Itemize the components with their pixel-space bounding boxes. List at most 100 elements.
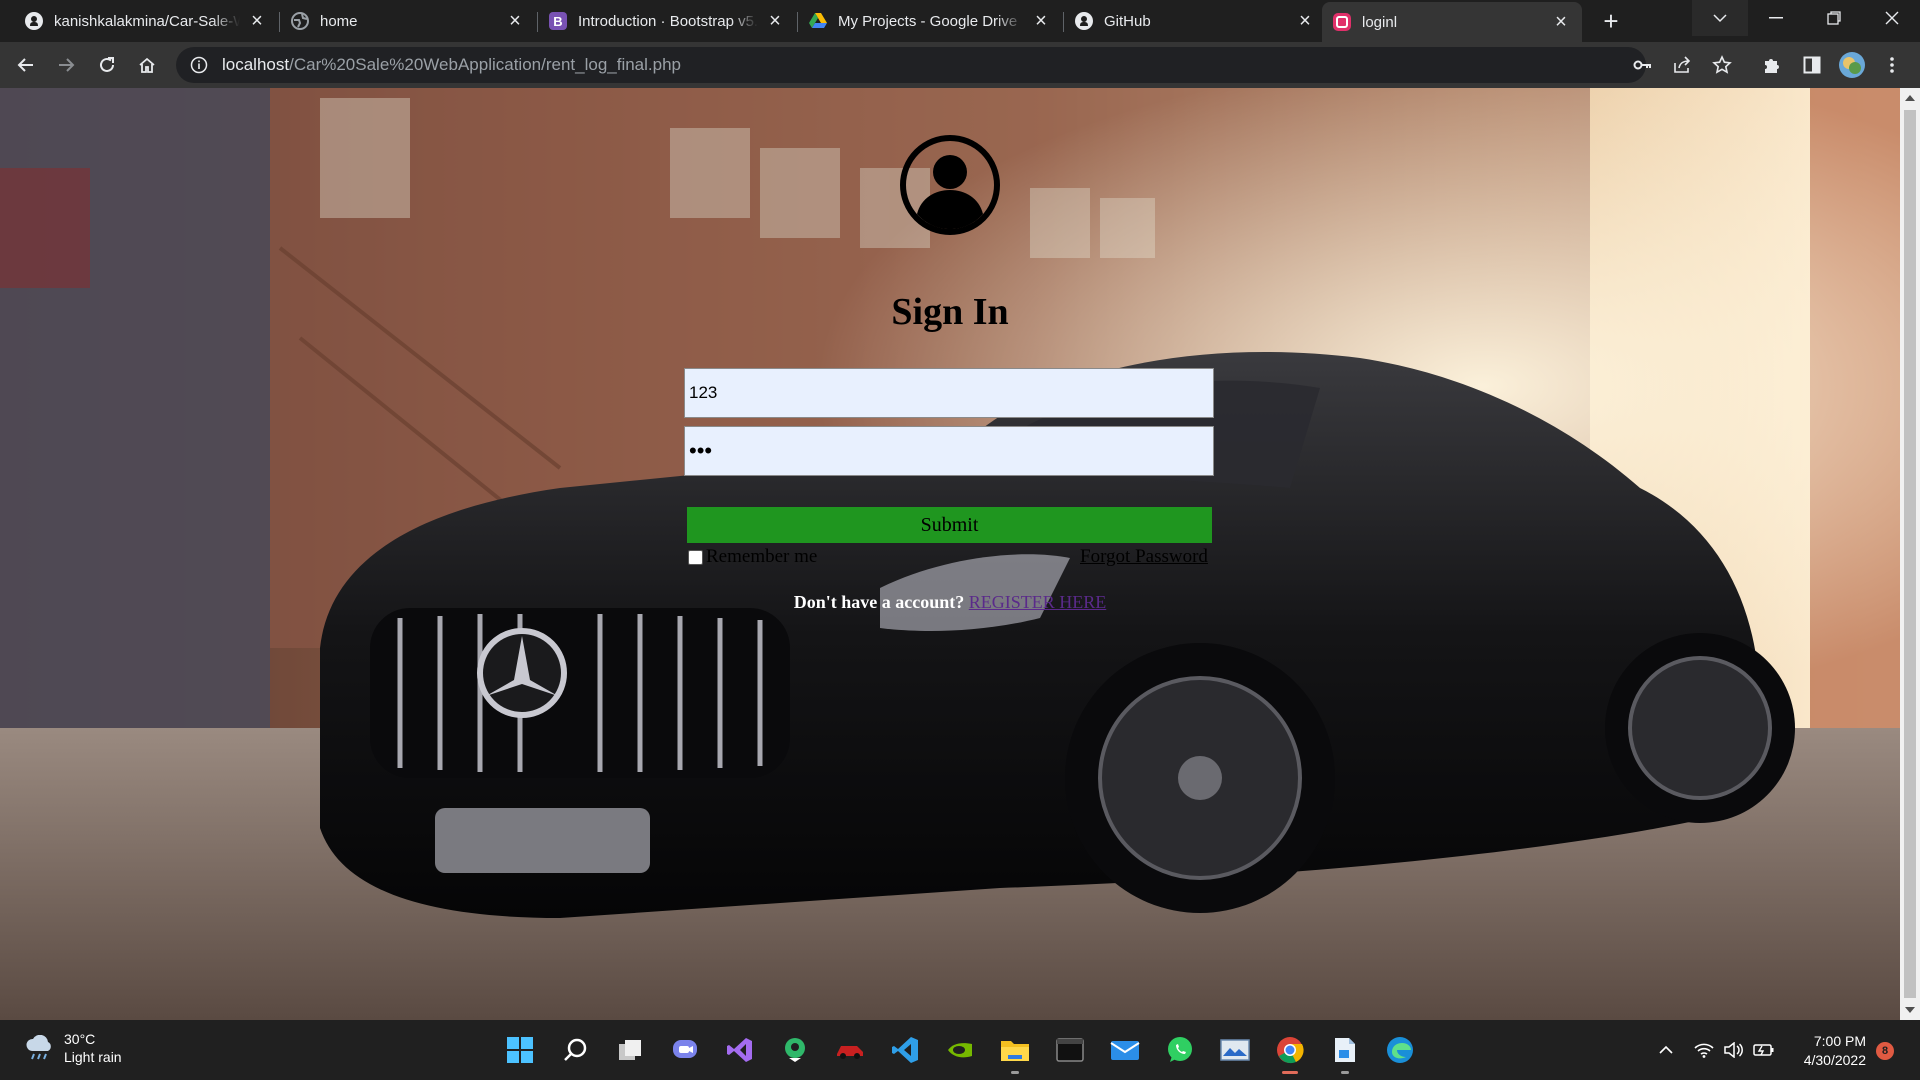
menu-button[interactable] bbox=[1876, 49, 1908, 81]
tab-github-car-sale[interactable]: kanishkalakmina/Car-Sale-W × bbox=[14, 4, 278, 38]
key-icon bbox=[1633, 60, 1651, 70]
more-vert-icon bbox=[1890, 57, 1894, 73]
whatsapp-icon[interactable] bbox=[1164, 1034, 1196, 1066]
visual-studio-icon[interactable] bbox=[724, 1034, 756, 1066]
tab-title: loginl bbox=[1362, 13, 1398, 31]
reload-icon bbox=[100, 57, 114, 72]
edge-icon[interactable] bbox=[1384, 1034, 1416, 1066]
home-button[interactable] bbox=[131, 49, 163, 81]
reload-button[interactable] bbox=[91, 49, 123, 81]
restore-button[interactable] bbox=[1806, 0, 1862, 36]
login-form: Sign In 123 ••• Submit Remember me Forgo… bbox=[0, 88, 1900, 1020]
battery-icon[interactable] bbox=[1752, 1034, 1776, 1066]
weather-widget[interactable]: 30°C Light rain bbox=[24, 1030, 122, 1066]
chevron-up-icon[interactable] bbox=[1654, 1034, 1678, 1066]
arrow-left-icon bbox=[17, 58, 33, 72]
arrow-right-icon bbox=[59, 58, 75, 72]
tab-title: home bbox=[320, 12, 358, 30]
tab-home[interactable]: home × bbox=[280, 4, 536, 38]
submit-button[interactable]: Submit bbox=[687, 507, 1212, 543]
tab-title: My Projects - Google Drive bbox=[838, 12, 1018, 30]
puzzle-icon bbox=[1765, 59, 1779, 73]
profile-avatar[interactable] bbox=[1836, 49, 1868, 81]
vscode-icon[interactable] bbox=[889, 1034, 921, 1066]
globe-icon bbox=[290, 11, 310, 31]
map-app-icon[interactable] bbox=[779, 1034, 811, 1066]
teams-chat-icon[interactable] bbox=[669, 1034, 701, 1066]
share-button[interactable] bbox=[1666, 49, 1698, 81]
register-link[interactable]: REGISTER HERE bbox=[969, 592, 1107, 612]
search-icon[interactable] bbox=[559, 1034, 591, 1066]
browser-tab-strip: kanishkalakmina/Car-Sale-W × home × B In… bbox=[0, 0, 1920, 42]
mail-icon[interactable] bbox=[1109, 1034, 1141, 1066]
password-input[interactable]: ••• bbox=[684, 426, 1214, 476]
bookmark-button[interactable] bbox=[1706, 49, 1738, 81]
minimize-button[interactable] bbox=[1748, 0, 1804, 36]
file-explorer-icon[interactable] bbox=[999, 1034, 1031, 1074]
scrollbar-thumb[interactable] bbox=[1904, 110, 1916, 998]
photos-icon[interactable] bbox=[1219, 1034, 1251, 1066]
username-input[interactable]: 123 bbox=[684, 368, 1214, 418]
tab-title: kanishkalakmina/Car-Sale-W bbox=[54, 12, 240, 30]
forgot-password-link[interactable]: Forgot Password bbox=[1080, 546, 1208, 568]
extensions-button[interactable] bbox=[1756, 49, 1788, 81]
share-icon bbox=[1674, 56, 1691, 73]
notepad-icon[interactable] bbox=[1329, 1034, 1361, 1074]
star-icon bbox=[1712, 55, 1732, 74]
scroll-up-icon bbox=[1905, 95, 1915, 101]
svg-text:B: B bbox=[553, 14, 562, 29]
nvidia-icon[interactable] bbox=[944, 1034, 976, 1066]
cloud-rain-icon bbox=[26, 1035, 51, 1060]
close-icon[interactable]: × bbox=[504, 10, 526, 32]
close-icon[interactable]: × bbox=[1294, 10, 1316, 32]
new-tab-button[interactable]: + bbox=[1598, 8, 1624, 34]
page-icon bbox=[1332, 12, 1352, 32]
remember-me-checkbox[interactable] bbox=[688, 549, 703, 565]
weather-temp: 30°C bbox=[64, 1031, 96, 1047]
address-bar[interactable]: localhost/Car%20Sale%20WebApplication/re… bbox=[176, 47, 1646, 83]
close-icon bbox=[1885, 11, 1899, 25]
page-scrollbar[interactable] bbox=[1900, 88, 1920, 1020]
url-text: localhost/Car%20Sale%20WebApplication/re… bbox=[222, 55, 681, 75]
github-icon bbox=[1074, 11, 1094, 31]
bootstrap-icon: B bbox=[548, 11, 568, 31]
register-question: Don't have a account? bbox=[793, 592, 965, 612]
task-view-icon[interactable] bbox=[614, 1034, 646, 1066]
close-icon[interactable]: × bbox=[764, 10, 786, 32]
password-key-button[interactable] bbox=[1626, 49, 1658, 81]
volume-icon[interactable] bbox=[1722, 1034, 1746, 1066]
notification-badge[interactable]: 8 bbox=[1876, 1042, 1894, 1060]
scroll-down-icon bbox=[1905, 1007, 1915, 1013]
github-icon bbox=[24, 11, 44, 31]
register-prompt: Don't have a account? REGISTER HERE bbox=[0, 592, 1900, 613]
chevron-down-icon bbox=[1713, 14, 1727, 23]
site-info-icon[interactable] bbox=[188, 54, 210, 76]
tab-bootstrap[interactable]: B Introduction · Bootstrap v5.1 × bbox=[538, 4, 796, 38]
tab-github[interactable]: GitHub × bbox=[1064, 4, 1326, 38]
browser-toolbar: localhost/Car%20Sale%20WebApplication/re… bbox=[0, 42, 1920, 88]
car-game-icon[interactable] bbox=[834, 1034, 866, 1066]
clock-date: 4/30/2022 bbox=[1803, 1052, 1866, 1068]
close-icon[interactable]: × bbox=[246, 10, 268, 32]
tab-login-active[interactable]: loginl × bbox=[1322, 2, 1582, 42]
back-button[interactable] bbox=[10, 49, 42, 81]
windows-start-icon[interactable] bbox=[504, 1034, 536, 1066]
wifi-icon[interactable] bbox=[1692, 1034, 1716, 1066]
system-clock[interactable]: 7:00 PM 4/30/2022 bbox=[1796, 1032, 1866, 1070]
tab-search-button[interactable] bbox=[1692, 0, 1748, 36]
terminal-icon[interactable] bbox=[1054, 1034, 1086, 1066]
user-avatar-icon bbox=[900, 135, 1000, 235]
home-icon bbox=[139, 57, 155, 73]
side-panel-button[interactable] bbox=[1796, 49, 1828, 81]
chrome-icon[interactable] bbox=[1274, 1034, 1306, 1074]
google-drive-icon bbox=[808, 11, 828, 31]
forward-button[interactable] bbox=[50, 49, 82, 81]
close-window-button[interactable] bbox=[1864, 0, 1920, 36]
clock-time: 7:00 PM bbox=[1813, 1033, 1866, 1049]
tab-google-drive[interactable]: My Projects - Google Drive × bbox=[798, 4, 1062, 38]
url-host: localhost bbox=[222, 55, 290, 74]
page-viewport: Sign In 123 ••• Submit Remember me Forgo… bbox=[0, 88, 1900, 1020]
close-icon[interactable]: × bbox=[1030, 10, 1052, 32]
close-icon[interactable]: × bbox=[1550, 11, 1572, 33]
minimize-icon bbox=[1769, 17, 1783, 19]
